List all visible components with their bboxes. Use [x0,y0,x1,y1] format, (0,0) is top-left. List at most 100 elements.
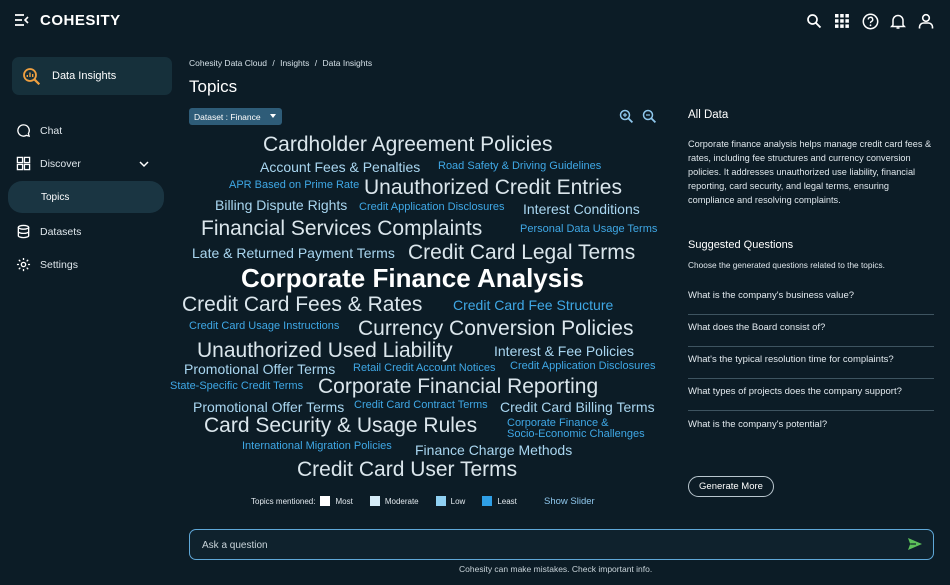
topic-word[interactable]: Credit Card Fees & Rates [182,294,422,315]
topic-word[interactable]: Card Security & Usage Rules [204,415,477,436]
zoom-in-icon[interactable] [619,109,634,127]
legend-swatch-low [435,496,446,506]
dataset-select[interactable]: Dataset : Finance [189,108,282,125]
datasets-icon [17,224,30,239]
brand-logo: COHESITY [40,12,121,29]
topic-word[interactable]: International Migration Policies [242,441,392,452]
suggested-question[interactable]: What's the typical resolution time for c… [688,346,934,379]
menu-collapse-icon[interactable] [14,12,30,28]
sidebar-item-chat[interactable]: Chat [16,123,62,138]
topic-word[interactable]: Credit Card User Terms [297,459,517,480]
sidebar-item-label: Topics [41,192,70,203]
caret-down-icon [270,114,276,118]
topic-word[interactable]: Currency Conversion Policies [358,318,633,339]
topic-word[interactable]: Promotional Offer Terms [193,400,344,414]
show-slider-link[interactable]: Show Slider [544,496,595,507]
chat-icon [17,124,31,138]
topic-word[interactable]: Credit Card Billing Terms [500,400,655,414]
data-insights-icon [22,67,42,88]
question-text: What's the typical resolution time for c… [688,354,894,365]
legend-item-label: Moderate [384,496,419,506]
generate-more-button[interactable]: Generate More [688,476,774,497]
search-icon[interactable] [804,11,824,31]
legend-label: Topics mentioned: [251,496,316,506]
topic-word[interactable]: Road Safety & Driving Guidelines [438,161,601,172]
topic-word[interactable]: Interest Conditions [523,202,640,216]
zoom-out-icon[interactable] [642,109,657,127]
topic-word[interactable]: Corporate Financial Reporting [318,376,598,397]
topic-word[interactable]: Credit Card Usage Instructions [189,321,339,332]
data-insights-card[interactable]: Data Insights [12,57,172,95]
breadcrumb: Cohesity Data Cloud / Insights / Data In… [189,58,372,68]
question-text: What types of projects does the company … [688,386,902,397]
suggested-question[interactable]: What is the company's potential? [688,411,934,443]
send-icon[interactable] [907,537,923,554]
legend-swatch-moderate [369,496,380,506]
breadcrumb-item[interactable]: Insights [280,58,309,68]
bell-icon[interactable] [888,11,908,31]
question-text: What does the Board consist of? [688,322,826,333]
top-icons [804,11,936,31]
suggested-questions-title: Suggested Questions [688,239,794,251]
page-title: Topics [189,77,238,96]
disclaimer-text: Cohesity can make mistakes. Check import… [459,564,653,574]
topic-word[interactable]: Unauthorized Used Liability [197,340,453,361]
topic-word[interactable]: Interest & Fee Policies [494,344,634,358]
legend-item-label: Low [450,496,466,506]
ask-input[interactable] [200,536,884,554]
topic-word[interactable]: Credit Card Legal Terms [408,242,635,263]
topic-word[interactable]: Credit Card Contract Terms [354,400,488,411]
sidebar-item-discover[interactable]: Discover [16,156,81,171]
discover-icon [16,156,31,171]
dataset-select-label: Dataset : Finance [194,111,261,122]
apps-grid-icon[interactable] [832,11,852,31]
topic-word[interactable]: Credit Application Disclosures [359,202,505,213]
legend-item-label: Least [497,496,517,506]
top-bar: COHESITY [0,0,950,42]
topic-word[interactable]: Promotional Offer Terms [184,362,335,376]
sidebar-item-topics[interactable]: Topics [8,181,164,213]
sidebar-item-label: Discover [40,157,81,170]
suggested-question[interactable]: What is the company's business value? [688,282,934,315]
chevron-down-icon[interactable] [138,158,150,173]
breadcrumb-item[interactable]: Data Insights [323,58,373,68]
sidebar-item-label: Datasets [40,225,82,238]
question-text: What is the company's potential? [688,419,828,430]
topic-word[interactable]: Finance Charge Methods [415,443,572,457]
breadcrumb-item[interactable]: Cohesity Data Cloud [189,58,267,68]
topic-word[interactable]: Financial Services Complaints [201,218,482,239]
panel-title: All Data [688,109,729,121]
gear-icon [16,257,31,272]
topic-word[interactable]: Late & Returned Payment Terms [192,246,395,260]
suggested-questions-subtitle: Choose the generated questions related t… [688,260,885,270]
topics-legend: Topics mentioned: Most Moderate Low Leas… [251,496,517,506]
user-icon[interactable] [916,11,936,31]
topic-word[interactable]: Unauthorized Credit Entries [364,177,622,198]
help-icon[interactable] [860,11,880,31]
topic-word[interactable]: Corporate Finance Analysis [241,265,584,291]
breadcrumb-separator: / [314,58,318,68]
topic-word[interactable]: Cardholder Agreement Policies [263,134,553,155]
sidebar-item-settings[interactable]: Settings [16,257,78,272]
sidebar-item-label: Chat [40,124,63,137]
topic-word[interactable]: APR Based on Prime Rate [229,180,359,191]
topic-word[interactable]: Socio-Economic Challenges [507,429,645,440]
data-insights-label: Data Insights [52,70,117,82]
topic-word[interactable]: Billing Dispute Rights [215,198,347,212]
suggested-question[interactable]: What types of projects does the company … [688,378,934,411]
topic-word[interactable]: Credit Application Disclosures [510,361,656,372]
topic-word[interactable]: State-Specific Credit Terms [170,381,303,392]
legend-swatch-most [320,496,331,506]
ask-bar [189,529,934,560]
topic-word[interactable]: Retail Credit Account Notices [353,363,495,374]
topic-word[interactable]: Personal Data Usage Terms [520,224,657,235]
topics-word-cloud: Cardholder Agreement Policies Account Fe… [160,130,680,490]
breadcrumb-separator: / [272,58,275,68]
topic-word[interactable]: Account Fees & Penalties [260,160,420,174]
legend-swatch-least [482,496,493,506]
sidebar-item-datasets[interactable]: Datasets [16,224,81,239]
sidebar-item-label: Settings [40,258,78,271]
legend-item-label: Most [335,496,353,506]
suggested-question[interactable]: What does the Board consist of? [688,314,934,347]
topic-word[interactable]: Credit Card Fee Structure [453,298,613,312]
